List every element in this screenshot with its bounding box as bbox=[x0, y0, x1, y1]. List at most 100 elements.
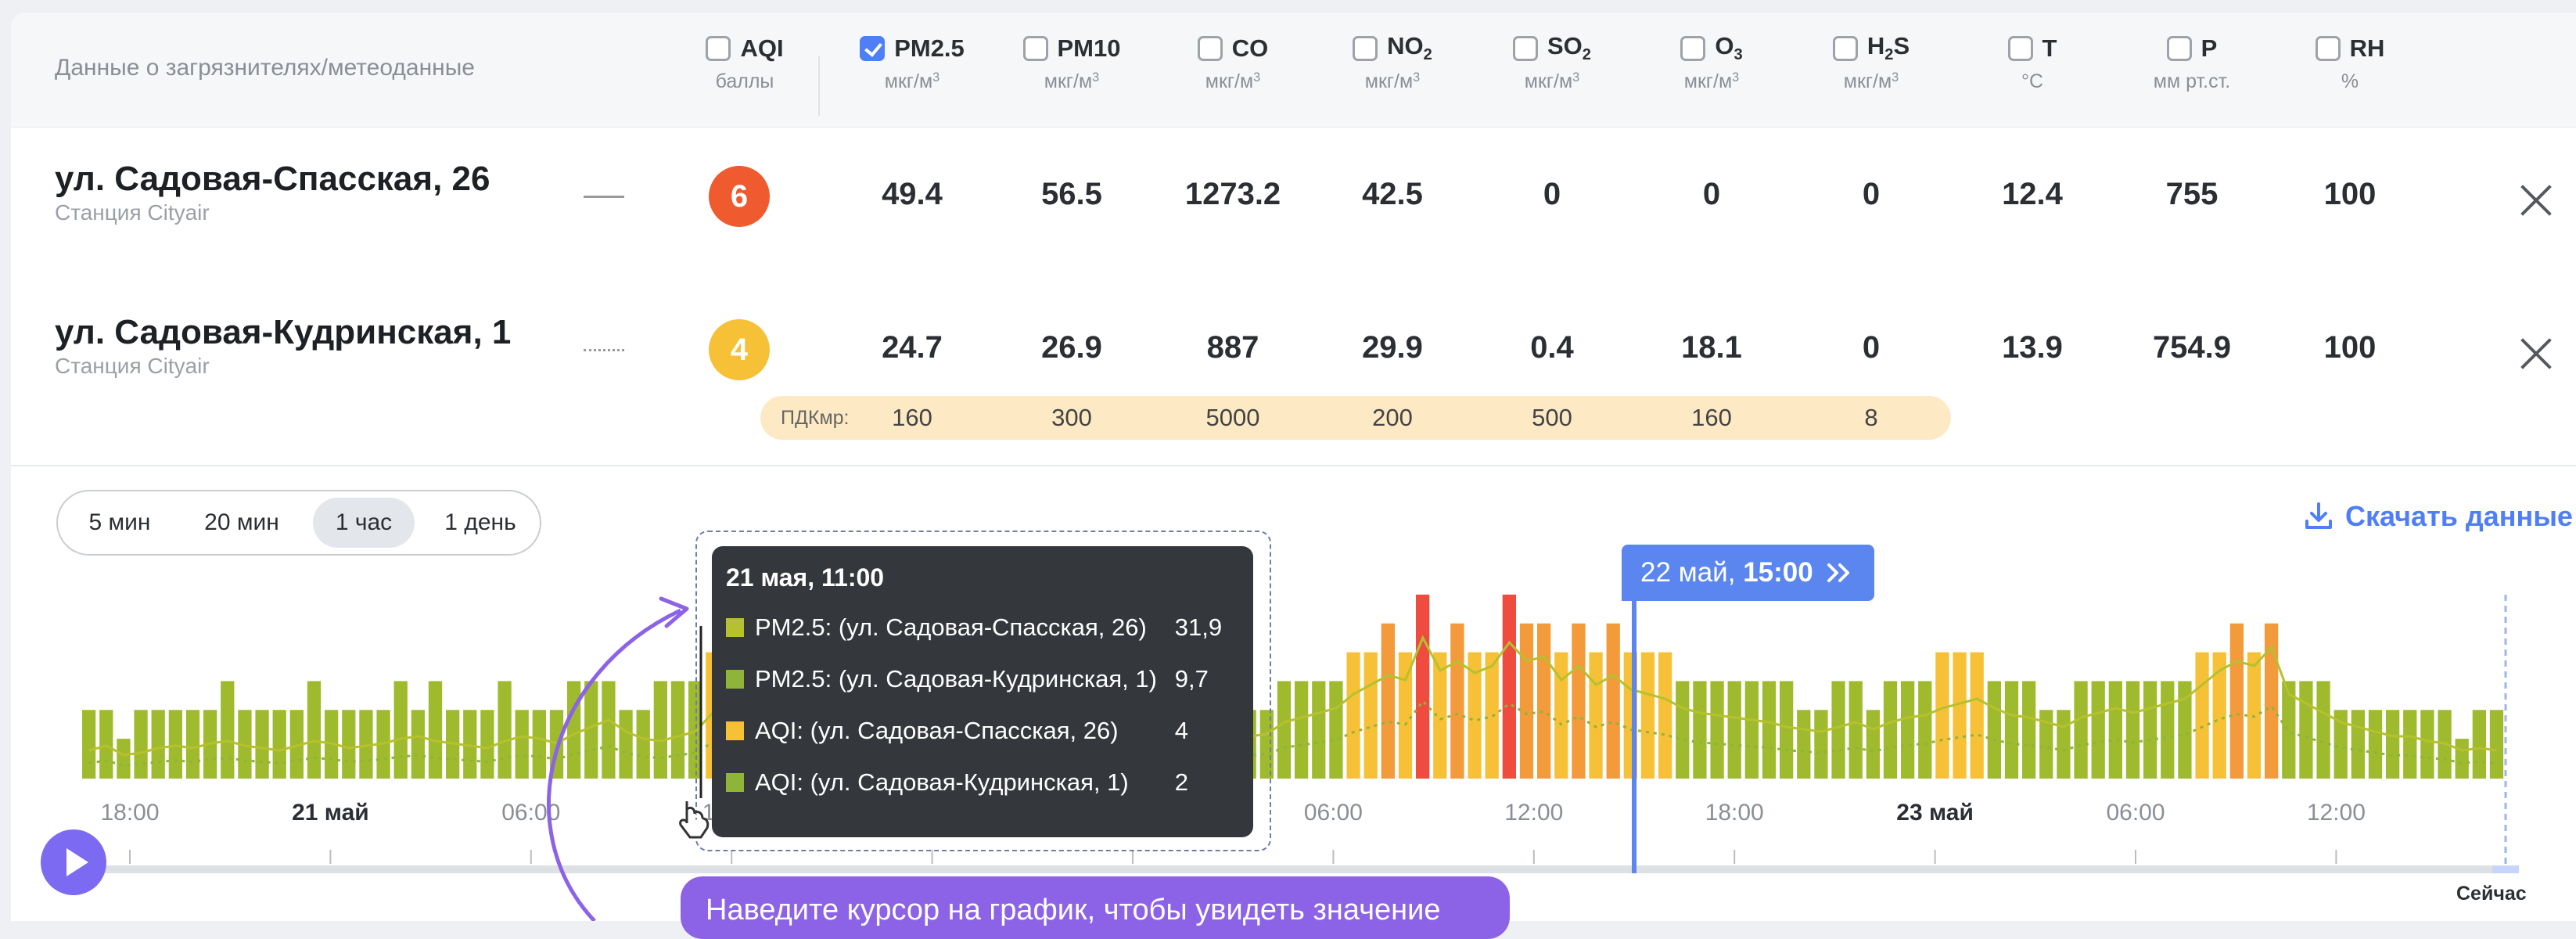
legend-swatch bbox=[726, 721, 744, 740]
aqi-bar bbox=[1295, 681, 1309, 779]
aqi-bar bbox=[272, 710, 286, 779]
time-marker-line bbox=[1632, 579, 1636, 873]
aqi-bar bbox=[1450, 623, 1464, 779]
aqi-bar bbox=[117, 739, 131, 779]
tooltip-row-label: PM2.5: (ул. Садовая-Кудринская, 1) bbox=[755, 665, 1157, 693]
aqi-bar bbox=[307, 681, 322, 779]
aqi-bar bbox=[2299, 681, 2313, 779]
aqi-bar bbox=[2161, 681, 2175, 779]
aqi-bar bbox=[1953, 652, 1967, 779]
aqi-bar bbox=[2368, 710, 2383, 779]
aqi-bar bbox=[1554, 652, 1568, 779]
aqi-bar bbox=[1848, 681, 1863, 779]
aqi-bar bbox=[411, 710, 425, 779]
x-tick-label: 06:00 bbox=[501, 800, 561, 826]
aqi-bar bbox=[1744, 681, 1759, 779]
aqi-bar bbox=[1329, 681, 1343, 779]
timeline-track bbox=[86, 865, 2519, 873]
aqi-bar bbox=[99, 710, 113, 779]
tooltip-row-label: AQI: (ул. Садовая-Кудринская, 1) bbox=[755, 768, 1129, 796]
aqi-bar bbox=[1589, 652, 1603, 779]
aqi-bar bbox=[653, 681, 667, 779]
hint-banner: Наведите курсор на график, чтобы увидеть… bbox=[681, 876, 1510, 939]
aqi-bar bbox=[2108, 681, 2122, 779]
aqi-bar bbox=[2057, 710, 2071, 779]
tooltip-row: PM2.5: (ул. Садовая-Кудринская, 1) 9,7 bbox=[726, 665, 1242, 693]
marker-time: 15:00 bbox=[1743, 557, 1813, 588]
tooltip-row-value: 9,7 bbox=[1174, 665, 1209, 693]
marker-date: 22 май, bbox=[1640, 557, 1736, 588]
aqi-bar bbox=[1502, 594, 1516, 779]
aqi-bar bbox=[1831, 681, 1845, 779]
aqi-bar bbox=[1780, 681, 1794, 779]
aqi-bar bbox=[1676, 681, 1690, 779]
tooltip-row: PM2.5: (ул. Садовая-Спасская, 26) 31,9 bbox=[726, 613, 1242, 642]
aqi-bar bbox=[636, 710, 650, 779]
aqi-bar bbox=[498, 681, 512, 779]
aqi-bar bbox=[602, 681, 616, 779]
aqi-bar bbox=[428, 681, 443, 779]
aqi-bar bbox=[619, 710, 633, 779]
tooltip-row-value: 31,9 bbox=[1174, 613, 1223, 641]
aqi-bar bbox=[670, 681, 685, 779]
aqi-bar bbox=[168, 710, 182, 779]
chart-area[interactable] bbox=[0, 0, 2576, 921]
aqi-bar bbox=[1363, 652, 1378, 779]
aqi-bar bbox=[2125, 681, 2140, 779]
aqi-bar bbox=[567, 681, 581, 779]
x-tick-label: 23 май bbox=[1896, 800, 1974, 826]
aqi-bar bbox=[1346, 652, 1360, 779]
aqi-bar bbox=[1883, 681, 1898, 779]
aqi-bar bbox=[1762, 681, 1777, 779]
aqi-bar bbox=[2316, 681, 2330, 779]
legend-swatch bbox=[726, 773, 744, 792]
aqi-bar bbox=[2455, 739, 2469, 779]
aqi-bar bbox=[1727, 681, 1741, 779]
aqi-bar bbox=[342, 710, 356, 779]
aqi-bar bbox=[2195, 652, 2209, 779]
aqi-bar bbox=[1710, 681, 1724, 779]
x-tick-label: 12:00 bbox=[1504, 800, 1564, 826]
x-tick-label: 18:00 bbox=[1705, 800, 1764, 826]
aqi-bar bbox=[480, 710, 494, 779]
aqi-bar bbox=[82, 710, 96, 779]
aqi-bar bbox=[1797, 710, 1811, 779]
tooltip-row: AQI: (ул. Садовая-Спасская, 26) 4 bbox=[726, 717, 1242, 745]
aqi-bar bbox=[2091, 681, 2105, 779]
aqi-bar bbox=[1277, 681, 1292, 779]
aqi-bar bbox=[1312, 681, 1326, 779]
aqi-bar bbox=[1814, 710, 1828, 779]
aqi-bar bbox=[2489, 710, 2504, 779]
x-tick-label: 06:00 bbox=[1303, 800, 1363, 826]
aqi-bar bbox=[1866, 710, 1880, 779]
x-tick-label: 18:00 bbox=[100, 800, 160, 826]
aqi-bar bbox=[1935, 652, 1949, 779]
play-button[interactable] bbox=[41, 829, 106, 895]
now-label: Сейчас bbox=[2456, 883, 2527, 905]
aqi-bar bbox=[2074, 681, 2088, 779]
aqi-bar bbox=[1693, 681, 1707, 779]
aqi-bar bbox=[255, 710, 269, 779]
aqi-bar bbox=[2472, 710, 2486, 779]
aqi-bar bbox=[1416, 594, 1430, 779]
x-tick-label: 06:00 bbox=[2106, 800, 2165, 826]
aqi-bar bbox=[1537, 623, 1551, 779]
aqi-bar bbox=[1519, 623, 1534, 779]
tooltip-row-value: 2 bbox=[1174, 768, 1188, 796]
aqi-bar bbox=[2351, 710, 2365, 779]
aqi-bar bbox=[2403, 710, 2417, 779]
aqi-bar bbox=[532, 710, 546, 779]
time-marker[interactable]: 22 май, 15:00 bbox=[1622, 545, 1874, 601]
tooltip-row-value: 4 bbox=[1174, 717, 1188, 744]
double-chevron-right-icon bbox=[1827, 563, 1849, 582]
aqi-bar bbox=[1918, 681, 1932, 779]
aqi-bar bbox=[1572, 623, 1586, 779]
aqi-bar bbox=[1381, 623, 1395, 779]
aqi-bar bbox=[2386, 710, 2400, 779]
aqi-bar bbox=[1658, 652, 1672, 779]
aqi-bar bbox=[1901, 681, 1915, 779]
aqi-bar bbox=[1987, 681, 2001, 779]
aqi-bar bbox=[1606, 623, 1620, 779]
aqi-bar bbox=[515, 710, 529, 779]
timeline-now-segment bbox=[2492, 865, 2519, 873]
